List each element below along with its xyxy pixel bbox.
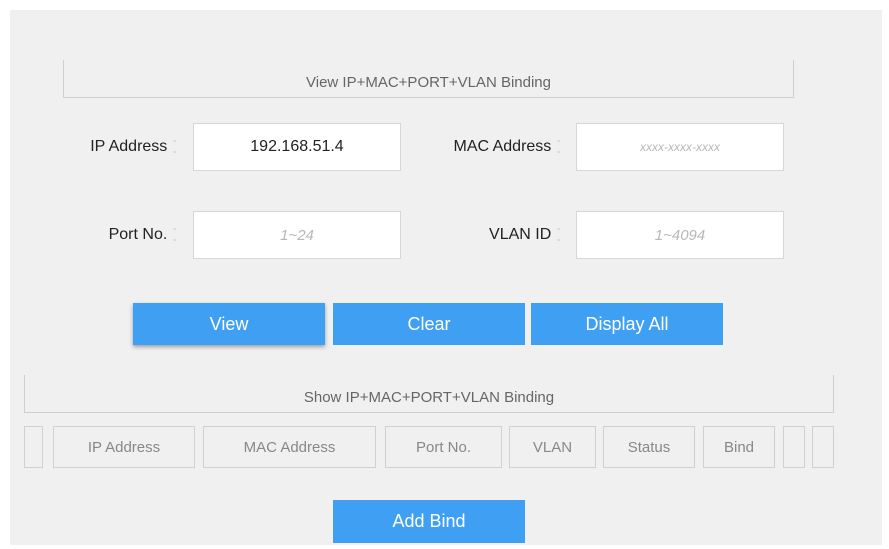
table-edge-right-1 (783, 426, 805, 468)
vlan-id-input[interactable]: 1~4094 (576, 211, 784, 259)
ip-spin-icon: ⌃ ⌄ (171, 139, 178, 155)
view-binding-title: View IP+MAC+PORT+VLAN Binding (63, 60, 794, 98)
column-header-mac-address: MAC Address (203, 426, 376, 468)
table-edge-right-2 (812, 426, 834, 468)
port-no-label-text: Port No. (108, 226, 168, 243)
port-spin-icon: ⌃ ⌄ (171, 227, 178, 243)
display-all-button[interactable]: Display All (531, 303, 723, 345)
table-edge-left (24, 426, 43, 468)
view-button[interactable]: View (133, 303, 325, 345)
show-binding-title: Show IP+MAC+PORT+VLAN Binding (24, 375, 834, 413)
mac-spin-icon: ⌃ ⌄ (555, 139, 562, 155)
column-header-ip-address: IP Address (53, 426, 195, 468)
vlan-id-label: VLAN ID ⌃ ⌄ (410, 211, 562, 259)
clear-button[interactable]: Clear (333, 303, 525, 345)
vlan-spin-icon: ⌃ ⌄ (555, 227, 562, 243)
port-no-label: Port No. ⌃ ⌄ (50, 211, 178, 259)
port-no-input[interactable]: 1~24 (193, 211, 401, 259)
vlan-id-label-text: VLAN ID (489, 226, 552, 243)
column-header-bind: Bind (703, 426, 775, 468)
add-bind-button[interactable]: Add Bind (333, 500, 525, 543)
mac-address-input[interactable]: xxxx-xxxx-xxxx (576, 123, 784, 171)
mac-address-label-text: MAC Address (453, 138, 552, 155)
ip-address-label-text: IP Address (90, 138, 168, 155)
column-header-status: Status (603, 426, 695, 468)
column-header-port-no: Port No. (385, 426, 502, 468)
mac-address-label: MAC Address ⌃ ⌄ (410, 123, 562, 171)
column-header-vlan: VLAN (509, 426, 596, 468)
ip-address-label: IP Address ⌃ ⌄ (50, 123, 178, 171)
ip-address-input[interactable]: 192.168.51.4 (193, 123, 401, 171)
